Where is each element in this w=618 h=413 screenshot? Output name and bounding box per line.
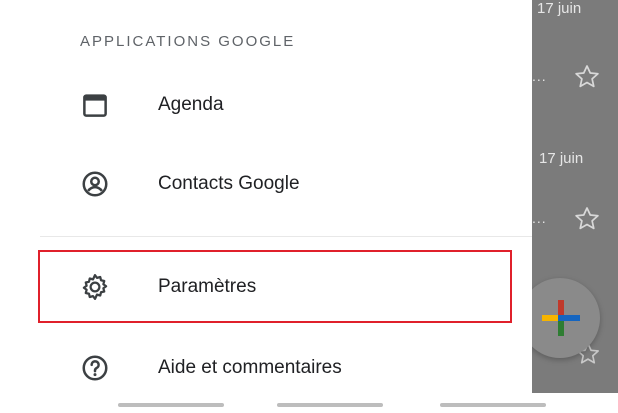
email-snippet-ellipsis: ... bbox=[532, 210, 547, 226]
contacts-icon bbox=[78, 167, 112, 201]
nav-bar-indicator[interactable] bbox=[440, 403, 546, 407]
compose-fab[interactable] bbox=[520, 278, 600, 358]
star-outline-icon[interactable] bbox=[572, 62, 602, 97]
menu-item-settings[interactable]: Paramètres bbox=[0, 257, 532, 317]
help-icon bbox=[78, 351, 112, 385]
menu-item-help[interactable]: Aide et commentaires bbox=[0, 338, 532, 398]
divider bbox=[40, 236, 532, 237]
gear-icon bbox=[78, 270, 112, 304]
menu-item-label: Aide et commentaires bbox=[158, 357, 342, 378]
email-snippet-ellipsis: ... bbox=[532, 68, 547, 84]
menu-item-label: Paramètres bbox=[158, 276, 257, 297]
compose-plus-icon bbox=[542, 300, 580, 336]
system-nav-bar bbox=[0, 393, 618, 413]
menu-item-contacts[interactable]: Contacts Google bbox=[0, 154, 532, 214]
email-date: 17 juin bbox=[539, 150, 584, 167]
menu-item-agenda[interactable]: Agenda bbox=[0, 75, 532, 135]
section-header-google-apps: APPLICATIONS GOOGLE bbox=[80, 33, 296, 50]
calendar-icon bbox=[78, 88, 112, 122]
navigation-drawer: APPLICATIONS GOOGLE Agenda Contacts Goog… bbox=[0, 0, 532, 393]
nav-bar-indicator[interactable] bbox=[277, 403, 383, 407]
menu-item-label: Agenda bbox=[158, 94, 224, 115]
star-outline-icon[interactable] bbox=[572, 204, 602, 239]
nav-bar-indicator[interactable] bbox=[118, 403, 224, 407]
email-date: 17 juin bbox=[537, 0, 582, 17]
menu-item-label: Contacts Google bbox=[158, 173, 300, 194]
